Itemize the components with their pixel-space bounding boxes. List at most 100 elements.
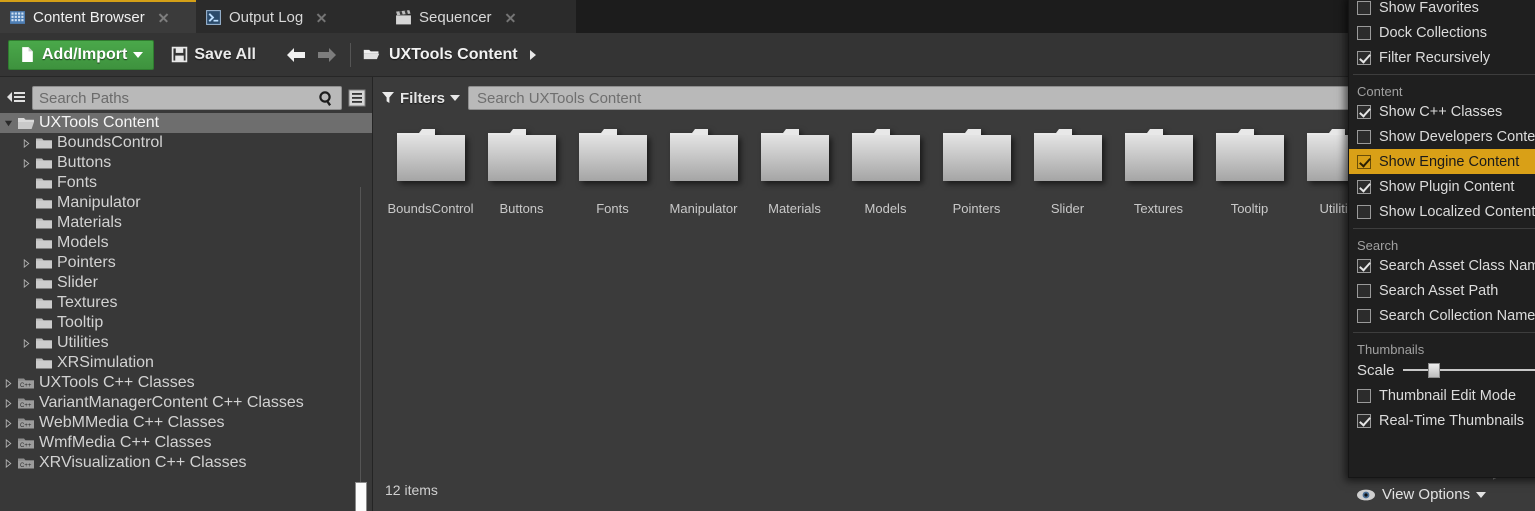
menu-item-show-plugin-content[interactable]: Show Plugin Content xyxy=(1349,174,1535,199)
save-all-button[interactable]: Save All xyxy=(162,40,265,70)
tree-item-xrsimulation[interactable]: XRSimulation xyxy=(0,353,372,373)
checkbox-checked-icon[interactable] xyxy=(1357,413,1371,428)
expander-collapsed-icon[interactable] xyxy=(22,158,31,168)
expander-collapsed-icon[interactable] xyxy=(4,398,13,408)
expander-collapsed-icon[interactable] xyxy=(4,418,13,428)
checkbox-checked-icon[interactable] xyxy=(1357,258,1371,273)
asset-folder-tile[interactable]: Materials xyxy=(749,119,840,469)
menu-item-search-asset-path[interactable]: Search Asset Path xyxy=(1349,278,1535,303)
menu-item-show-c-classes[interactable]: Show C++ Classes xyxy=(1349,99,1535,124)
folder-thumbnail-icon xyxy=(850,127,922,185)
checkbox-unchecked-icon[interactable] xyxy=(1357,308,1371,323)
menu-item-search-collection-names[interactable]: Search Collection Names xyxy=(1349,303,1535,328)
close-icon[interactable] xyxy=(505,12,516,23)
tree-item-textures[interactable]: Textures xyxy=(0,293,372,313)
collapse-tree-icon[interactable] xyxy=(5,89,27,107)
search-paths-input[interactable]: Search Paths xyxy=(32,86,342,110)
menu-item-show-localized-content[interactable]: Show Localized Content xyxy=(1349,199,1535,224)
expander-collapsed-icon[interactable] xyxy=(4,458,13,468)
close-icon[interactable] xyxy=(316,12,327,23)
tree-item-slider[interactable]: Slider xyxy=(0,273,372,293)
menu-item-search-asset-class-names[interactable]: Search Asset Class Names xyxy=(1349,253,1535,278)
menu-separator xyxy=(1353,74,1535,75)
tree-item-variantmanagercontent-c-classes[interactable]: C++ VariantManagerContent C++ Classes xyxy=(0,393,372,413)
checkbox-unchecked-icon[interactable] xyxy=(1357,204,1371,219)
menu-item-label: Dock Collections xyxy=(1379,24,1487,41)
arrow-left-icon[interactable] xyxy=(285,46,307,64)
asset-folder-tile[interactable]: Fonts xyxy=(567,119,658,469)
close-icon[interactable] xyxy=(158,12,169,23)
asset-folder-tile[interactable]: Pointers xyxy=(931,119,1022,469)
checkbox-unchecked-icon[interactable] xyxy=(1357,283,1371,298)
filters-button[interactable]: Filters xyxy=(381,90,461,107)
chevron-right-icon[interactable] xyxy=(527,48,539,62)
cpp-folder-icon: C++ xyxy=(18,378,34,389)
folder-label: Slider xyxy=(1050,201,1085,216)
expander-expanded-icon[interactable] xyxy=(4,119,13,128)
asset-folder-tile[interactable]: Tooltip xyxy=(1204,119,1295,469)
tree-item-manipulator[interactable]: Manipulator xyxy=(0,193,372,213)
asset-folder-tile[interactable]: BoundsControl xyxy=(385,119,476,469)
funnel-icon xyxy=(382,92,394,103)
arrow-right-icon[interactable] xyxy=(316,46,338,64)
tree-item-tooltip[interactable]: Tooltip xyxy=(0,313,372,333)
tree-item-fonts[interactable]: Fonts xyxy=(0,173,372,193)
cpp-folder-icon: C++ xyxy=(18,418,34,429)
list-options-icon[interactable] xyxy=(347,88,367,108)
tab-output-log[interactable]: Output Log xyxy=(196,0,386,33)
scrollbar-thumb[interactable] xyxy=(355,482,367,511)
expander-collapsed-icon[interactable] xyxy=(4,378,13,388)
expander-collapsed-icon[interactable] xyxy=(4,438,13,448)
tree-item-utilities[interactable]: Utilities xyxy=(0,333,372,353)
view-options-button[interactable]: View Options xyxy=(1348,478,1500,511)
slider-thumb[interactable] xyxy=(1427,363,1440,378)
add-import-button[interactable]: Add/Import xyxy=(8,39,155,70)
checkbox-checked-icon[interactable] xyxy=(1357,154,1371,169)
tree-item-buttons[interactable]: Buttons xyxy=(0,153,372,173)
tree-item-models[interactable]: Models xyxy=(0,233,372,253)
folder-label: Pointers xyxy=(952,201,1001,216)
tree-item-boundscontrol[interactable]: BoundsControl xyxy=(0,133,372,153)
asset-folder-tile[interactable]: Models xyxy=(840,119,931,469)
menu-item-thumbnail-edit-mode[interactable]: Thumbnail Edit Mode xyxy=(1349,383,1535,408)
tree-item-uxtools-content[interactable]: UXTools Content xyxy=(0,113,372,133)
checkbox-unchecked-icon[interactable] xyxy=(1357,0,1371,15)
menu-item-show-favorites[interactable]: Show Favorites xyxy=(1349,0,1535,20)
thumbnail-scale-slider[interactable] xyxy=(1402,363,1535,378)
menu-item-real-time-thumbnails[interactable]: Real-Time Thumbnails xyxy=(1349,408,1535,433)
asset-folder-tile[interactable]: Buttons xyxy=(476,119,567,469)
checkbox-checked-icon[interactable] xyxy=(1357,104,1371,119)
expander-collapsed-icon[interactable] xyxy=(22,258,31,268)
menu-item-filter-recursively[interactable]: Filter Recursively xyxy=(1349,45,1535,70)
tree-item-pointers[interactable]: Pointers xyxy=(0,253,372,273)
breadcrumb[interactable]: UXTools Content xyxy=(363,46,539,64)
menu-item-label: Thumbnail Edit Mode xyxy=(1379,387,1517,404)
folder-icon xyxy=(36,178,52,188)
sources-scrollbar[interactable] xyxy=(355,187,367,511)
menu-item-show-engine-content[interactable]: Show Engine Content xyxy=(1349,149,1535,174)
magnifier-icon[interactable] xyxy=(317,90,335,108)
tree-item-xrvisualization-c-classes[interactable]: C++ XRVisualization C++ Classes xyxy=(0,453,372,473)
tree-item-uxtools-c-classes[interactable]: C++ UXTools C++ Classes xyxy=(0,373,372,393)
expander-collapsed-icon[interactable] xyxy=(22,338,31,348)
checkbox-unchecked-icon[interactable] xyxy=(1357,25,1371,40)
tree-item-materials[interactable]: Materials xyxy=(0,213,372,233)
tree-item-webmmedia-c-classes[interactable]: C++ WebMMedia C++ Classes xyxy=(0,413,372,433)
tree-item-label: WmfMedia C++ Classes xyxy=(39,434,212,451)
checkbox-unchecked-icon[interactable] xyxy=(1357,388,1371,403)
asset-folder-tile[interactable]: Manipulator xyxy=(658,119,749,469)
menu-item-show-developers-content[interactable]: Show Developers Content xyxy=(1349,124,1535,149)
checkbox-checked-icon[interactable] xyxy=(1357,50,1371,65)
tab-sequencer[interactable]: Sequencer xyxy=(386,0,576,33)
asset-folder-tile[interactable]: Slider xyxy=(1022,119,1113,469)
checkbox-unchecked-icon[interactable] xyxy=(1357,129,1371,144)
expander-collapsed-icon[interactable] xyxy=(22,278,31,288)
menu-item-dock-collections[interactable]: Dock Collections xyxy=(1349,20,1535,45)
checkbox-checked-icon[interactable] xyxy=(1357,179,1371,194)
asset-folder-tile[interactable]: Textures xyxy=(1113,119,1204,469)
tab-content-browser[interactable]: Content Browser xyxy=(0,0,196,33)
cpp-folder-icon: C++ xyxy=(18,438,34,449)
folder-icon xyxy=(36,198,52,208)
tree-item-wmfmedia-c-classes[interactable]: C++ WmfMedia C++ Classes xyxy=(0,433,372,453)
expander-collapsed-icon[interactable] xyxy=(22,138,31,148)
